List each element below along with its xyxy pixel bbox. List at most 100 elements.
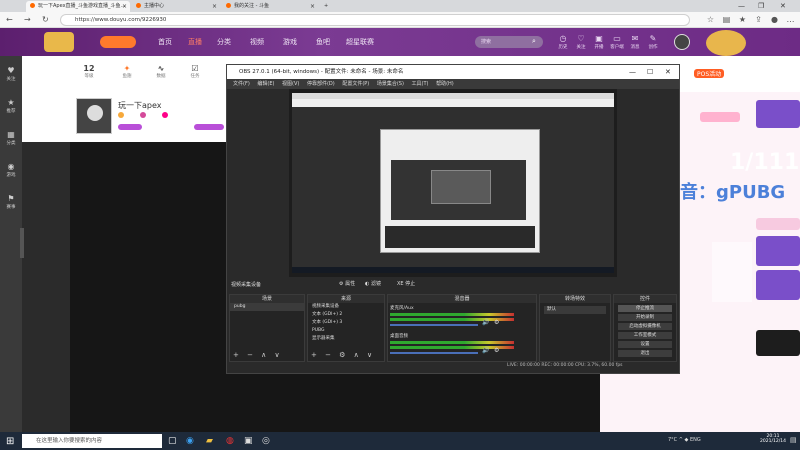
history-icon[interactable]: ◷ 历史: [556, 34, 570, 50]
filters-button[interactable]: ◐ 滤镜: [365, 280, 381, 287]
source-item[interactable]: 文本 (GDI+) 2: [308, 311, 384, 319]
sidebar-collapse-handle[interactable]: [20, 228, 24, 258]
nav-live[interactable]: 直播: [188, 37, 202, 47]
scene-toolbar[interactable]: + − ∧ ∨: [233, 351, 283, 359]
clock[interactable]: 20:11 2021/12/14: [760, 434, 786, 444]
deactivate-button[interactable]: XE 停止: [397, 280, 415, 287]
menu-view[interactable]: 视图(V): [282, 81, 299, 87]
transition-select[interactable]: 默认: [544, 306, 606, 314]
obs-icon[interactable]: ◎: [262, 436, 270, 446]
promo-card[interactable]: [756, 236, 800, 266]
back-icon[interactable]: ←: [6, 14, 13, 26]
close-window-icon[interactable]: ✕: [780, 0, 786, 12]
mute-icon[interactable]: 🔊: [482, 319, 489, 326]
douyu-logo[interactable]: [100, 36, 136, 48]
stop-streaming-button[interactable]: 停止推流: [618, 305, 672, 312]
menu-tools[interactable]: 工具(T): [412, 81, 429, 87]
close-tab-icon[interactable]: ×: [212, 1, 217, 12]
favorites-icon[interactable]: ★: [738, 15, 747, 24]
windows-start-icon[interactable]: ⊞: [6, 436, 14, 447]
gear-icon[interactable]: ⚙: [494, 319, 499, 326]
event-badge[interactable]: [756, 100, 800, 128]
collections-icon[interactable]: ▤: [722, 15, 731, 24]
weibo-icon[interactable]: ◍: [226, 436, 234, 446]
nav-category[interactable]: 分类: [217, 37, 231, 47]
tab-douyu-live[interactable]: 玩一下Apex直播_斗鱼游戏直播_斗鱼... ×: [26, 1, 130, 12]
volume-slider[interactable]: [390, 324, 478, 326]
system-tray[interactable]: 7°C ^ ◆ ENG: [668, 437, 701, 443]
nav-games[interactable]: 游戏: [283, 37, 297, 47]
sidebar-item-events[interactable]: ⚑ 赛事: [0, 194, 22, 210]
profile-icon[interactable]: ●: [770, 15, 779, 24]
nav-home[interactable]: 首页: [158, 37, 172, 47]
maximize-icon[interactable]: ❐: [758, 0, 764, 12]
start-recording-button[interactable]: 开始录制: [618, 314, 672, 321]
user-avatar[interactable]: [674, 34, 690, 50]
close-window-icon[interactable]: ✕: [665, 65, 671, 79]
menu-edit[interactable]: 编辑(E): [257, 81, 274, 87]
close-tab-icon[interactable]: ×: [310, 1, 315, 12]
data-stat[interactable]: ∿ 数据: [148, 64, 174, 79]
tab-anchor-center[interactable]: 主播中心 ×: [132, 1, 220, 12]
settings-button[interactable]: 设置: [618, 341, 672, 348]
source-toolbar[interactable]: + − ⚙ ∧ ∨: [311, 351, 375, 359]
share-icon[interactable]: ⇪: [754, 15, 763, 24]
source-item[interactable]: PUBG: [308, 327, 384, 335]
app-icon[interactable]: ▣: [244, 436, 253, 446]
close-tab-icon[interactable]: ×: [122, 1, 127, 12]
anchor-avatar[interactable]: [76, 98, 112, 134]
pos-activity-label[interactable]: POS活动: [694, 69, 725, 78]
studio-mode-button[interactable]: 工作室模式: [618, 332, 672, 339]
sidebar-item-games[interactable]: ◉ 游戏: [0, 162, 22, 178]
source-item[interactable]: 显示器采集: [308, 335, 384, 343]
properties-button[interactable]: ⚙ 属性: [339, 280, 355, 287]
task-view-icon[interactable]: ▢: [168, 436, 177, 446]
level-stat[interactable]: 12 等级: [76, 64, 102, 79]
client-icon[interactable]: ▭ 客户端: [610, 34, 624, 50]
nav-yuba[interactable]: 鱼吧: [316, 37, 330, 47]
menu-file[interactable]: 文件(F): [233, 81, 250, 87]
star-icon[interactable]: ☆: [706, 15, 715, 24]
virtual-camera-button[interactable]: 启动虚拟摄像机: [618, 323, 672, 330]
minimize-icon[interactable]: —: [738, 0, 745, 12]
promo-card[interactable]: [756, 270, 800, 300]
task-stat[interactable]: ☑ 任务: [182, 64, 208, 79]
url-input[interactable]: https://www.douyu.com/9226930: [60, 14, 690, 26]
rank-banner[interactable]: [700, 112, 740, 122]
source-item[interactable]: 文本 (GDI+) 3: [308, 319, 384, 327]
tag-badge[interactable]: [118, 124, 142, 130]
menu-help[interactable]: 帮助(H): [436, 81, 454, 87]
obs-preview[interactable]: [289, 89, 617, 277]
volume-slider[interactable]: [390, 352, 478, 354]
new-tab-button[interactable]: +: [320, 1, 330, 12]
nav-super-league[interactable]: 超星联赛: [346, 37, 374, 47]
refresh-icon[interactable]: ↻: [42, 14, 49, 26]
game-logo-icon[interactable]: [756, 330, 800, 356]
search-icon[interactable]: ⌕: [532, 37, 536, 46]
scene-item[interactable]: pubg: [230, 303, 304, 311]
tab-my-follow[interactable]: 我的关注 - 斗鱼 ×: [222, 1, 318, 12]
broadcast-icon[interactable]: ▣ 开播: [592, 34, 606, 50]
follow-icon[interactable]: ♡ 关注: [574, 34, 588, 50]
more-icon[interactable]: …: [786, 15, 795, 24]
sidebar-item-category[interactable]: ▦ 分类: [0, 130, 22, 146]
sidebar-item-follow[interactable]: ♥ 关注: [0, 66, 22, 82]
gear-icon[interactable]: ⚙: [494, 347, 499, 354]
mute-icon[interactable]: 🔊: [482, 347, 489, 354]
message-icon[interactable]: ✉ 消息: [628, 34, 642, 50]
minimize-icon[interactable]: —: [629, 65, 636, 79]
explorer-icon[interactable]: ▰: [206, 436, 213, 446]
sidebar-item-recommend[interactable]: ★ 推荐: [0, 98, 22, 114]
forward-icon[interactable]: →: [24, 14, 31, 26]
notification-icon[interactable]: ▤: [790, 436, 797, 444]
maximize-icon[interactable]: ☐: [647, 65, 653, 79]
menu-docks[interactable]: 停靠部件(D): [307, 81, 335, 87]
edge-icon[interactable]: ◉: [186, 436, 194, 446]
gift-badge[interactable]: [756, 218, 800, 230]
taskbar-search-input[interactable]: 在这里输入你要搜索的内容: [22, 434, 162, 448]
source-item[interactable]: 视频采集设备: [308, 303, 384, 311]
menu-scene-collection[interactable]: 场景集合(S): [377, 81, 404, 87]
menu-profile[interactable]: 配置文件(P): [342, 81, 369, 87]
exit-button[interactable]: 退出: [618, 350, 672, 357]
nav-video[interactable]: 视频: [250, 37, 264, 47]
